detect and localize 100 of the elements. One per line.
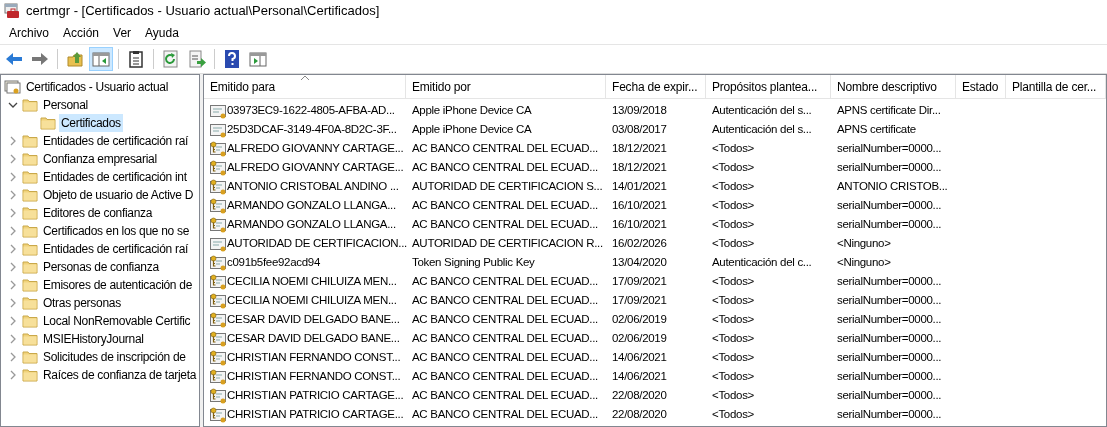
table-cell-text: <Todos>: [712, 368, 755, 384]
clipboard-icon: [126, 49, 146, 69]
tree-item[interactable]: Local NonRemovable Certific: [41, 312, 193, 330]
table-cell-text: AC BANCO CENTRAL DEL ECUAD...: [412, 159, 598, 175]
column-header[interactable]: Nombre descriptivo: [837, 77, 937, 96]
table-cell-text: serialNumber=0000...: [837, 292, 942, 308]
tree-item[interactable]: Personal: [41, 96, 90, 114]
folder-icon: [22, 277, 38, 293]
table-cell-text: Apple iPhone Device CA: [412, 121, 532, 137]
table-cell-text: serialNumber=0000...: [837, 368, 942, 384]
folder-icon: [22, 349, 38, 365]
folder-icon: [22, 313, 38, 329]
folder-icon: [22, 205, 38, 221]
folder-icon: [22, 97, 38, 113]
table-cell-text: <Todos>: [712, 178, 755, 194]
table-cell-text: APNS certificate Dir...: [837, 102, 941, 118]
table-cell-text: CECILIA NOEMI CHILUIZA MEN...: [227, 273, 397, 289]
folder-icon: [22, 187, 38, 203]
menu-item[interactable]: Acción: [56, 23, 107, 43]
refresh-icon: [161, 49, 181, 69]
table-cell-text: ALFREDO GIOVANNY CARTAGE...: [227, 159, 404, 175]
column-header[interactable]: Emitido para: [210, 77, 275, 96]
table-cell-text: ALFREDO GIOVANNY CARTAGE...: [227, 140, 404, 156]
tree-item[interactable]: Editores de confianza: [41, 204, 155, 222]
table-cell-text: CHRISTIAN FERNANDO CONST...: [227, 349, 401, 365]
table-cell-text: serialNumber=0000...: [837, 140, 942, 156]
tree-item[interactable]: Raíces de confianza de tarjeta: [41, 366, 199, 384]
tree-item[interactable]: Certificados en los que no se: [41, 222, 192, 240]
tree-item[interactable]: Otras personas: [41, 294, 123, 312]
folder-icon: [22, 259, 38, 275]
tree-item[interactable]: Certificados - Usuario actual: [24, 78, 171, 96]
help-icon: [222, 49, 242, 69]
table-cell-text: 13/09/2018: [612, 102, 667, 118]
menu-item[interactable]: Ver: [106, 23, 139, 43]
table-cell-text: serialNumber=0000...: [837, 387, 942, 403]
folder-icon: [22, 367, 38, 383]
column-header[interactable]: Emitido por: [412, 77, 471, 96]
table-cell-text: ANTONIO CRISTOBAL ANDINO ...: [227, 178, 399, 194]
table-cell-text: <Todos>: [712, 349, 755, 365]
table-cell-text: Token Signing Public Key: [412, 254, 535, 270]
column-header[interactable]: Fecha de expir...: [612, 77, 698, 96]
tree-item[interactable]: Confianza empresarial: [41, 150, 159, 168]
table-cell-text: AC BANCO CENTRAL DEL ECUAD...: [412, 140, 598, 156]
tree-item[interactable]: Entidades de certificación raí: [41, 132, 191, 150]
tree-item[interactable]: Objeto de usuario de Active D: [41, 186, 196, 204]
certificate-store-icon: [4, 79, 21, 95]
table-cell-text: AC BANCO CENTRAL DEL ECUAD...: [412, 311, 598, 327]
column-header[interactable]: Plantilla de cer...: [1012, 77, 1097, 96]
table-cell-text: CESAR DAVID DELGADO BANE...: [227, 330, 400, 346]
table-cell-text: serialNumber=0000...: [837, 216, 942, 232]
table-cell-text: 16/10/2021: [612, 197, 667, 213]
table-cell-text: 17/09/2021: [612, 292, 667, 308]
table-cell-text: <Todos>: [712, 159, 755, 175]
table-cell-text: serialNumber=0000...: [837, 330, 942, 346]
table-cell-text: AC BANCO CENTRAL DEL ECUAD...: [412, 330, 598, 346]
folder-icon: [22, 331, 38, 347]
folder-icon: [22, 151, 38, 167]
menu-item[interactable]: Ayuda: [138, 23, 186, 43]
table-cell-text: ARMANDO GONZALO LLANGA...: [227, 197, 396, 213]
window-title: certmgr - [Certificados - Usuario actual\Personal\Certificados]: [26, 2, 380, 21]
table-cell-text: 25D3DCAF-3149-4F0A-8D2C-3F...: [227, 121, 397, 137]
table-cell-text: 22/08/2020: [612, 406, 667, 422]
table-cell-text: AC BANCO CENTRAL DEL ECUAD...: [412, 273, 598, 289]
table-cell-text: 14/06/2021: [612, 349, 667, 365]
tree-item[interactable]: Emisores de autenticación de: [41, 276, 195, 294]
table-cell-text: <Todos>: [712, 311, 755, 327]
table-cell-text: ANTONIO CRISTOB...: [837, 178, 948, 194]
tree-item[interactable]: MSIEHistoryJournal: [41, 330, 146, 348]
folder-icon: [22, 223, 38, 239]
table-cell-text: <Todos>: [712, 235, 755, 251]
tree-item[interactable]: Certificados: [59, 114, 123, 132]
column-header[interactable]: Propósitos plantea...: [712, 77, 818, 96]
folder-icon: [22, 241, 38, 257]
table-cell-text: Apple iPhone Device CA: [412, 102, 532, 118]
table-cell-text: c091b5fee92acd94: [227, 254, 321, 270]
table-cell-text: Autenticación del s...: [712, 102, 812, 118]
table-cell-text: AUTORIDAD DE CERTIFICACION S...: [412, 178, 603, 194]
tree-item[interactable]: Entidades de certificación int: [41, 168, 189, 186]
table-cell-text: serialNumber=0000...: [837, 349, 942, 365]
table-cell-text: serialNumber=0000...: [837, 197, 942, 213]
tree-item[interactable]: Personas de confianza: [41, 258, 161, 276]
table-cell-text: 14/01/2021: [612, 178, 667, 194]
table-cell-text: <Ninguno>: [837, 254, 891, 270]
table-cell-text: serialNumber=0000...: [837, 273, 942, 289]
menu-item[interactable]: Archivo: [2, 23, 56, 43]
table-cell-text: 03/08/2017: [612, 121, 667, 137]
tree-item[interactable]: Solicitudes de inscripción de: [41, 348, 188, 366]
console-tree-icon: [91, 49, 111, 69]
folder-icon: [40, 115, 56, 131]
table-cell-text: AC BANCO CENTRAL DEL ECUAD...: [412, 406, 598, 422]
table-cell-text: 22/08/2020: [612, 387, 667, 403]
table-cell-text: 03973EC9-1622-4805-AFBA-AD...: [227, 102, 395, 118]
table-cell-text: AUTORIDAD DE CERTIFICACION...: [227, 235, 407, 251]
table-cell-text: CESAR DAVID DELGADO BANE...: [227, 311, 400, 327]
tree-item[interactable]: Entidades de certificación raí: [41, 240, 191, 258]
table-cell-text: 18/12/2021: [612, 140, 667, 156]
folder-icon: [22, 169, 38, 185]
table-cell-text: CECILIA NOEMI CHILUIZA MEN...: [227, 292, 397, 308]
table-cell-text: AC BANCO CENTRAL DEL ECUAD...: [412, 368, 598, 384]
column-header[interactable]: Estado: [962, 77, 999, 96]
